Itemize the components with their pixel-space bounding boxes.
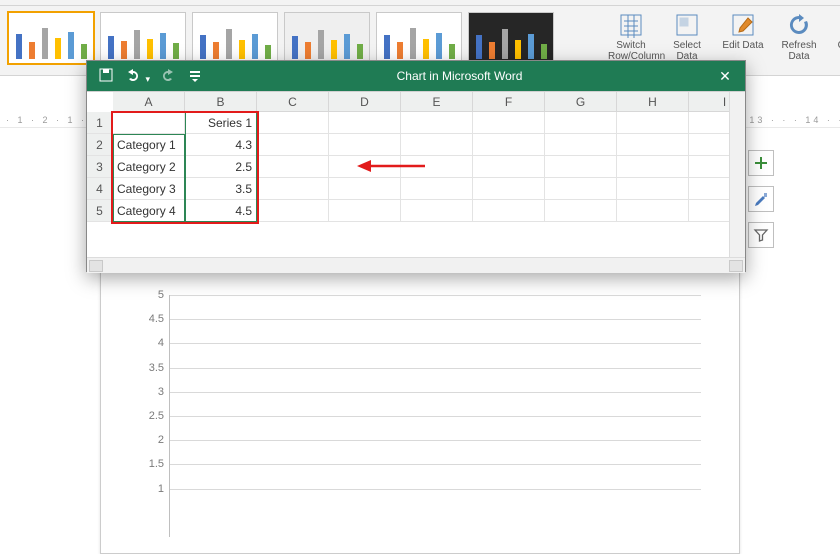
cell-F2[interactable]: [473, 134, 545, 156]
column-header[interactable]: H: [617, 92, 689, 112]
cell-E4[interactable]: [401, 178, 473, 200]
cell-F5[interactable]: [473, 200, 545, 222]
ribbon-data-group: Switch Row/Column Select Data Edit Data …: [600, 6, 840, 62]
redo-icon[interactable]: [162, 68, 176, 85]
cell-G5[interactable]: [545, 200, 617, 222]
row-header[interactable]: 2: [87, 134, 113, 156]
chart-ytick-label: 1: [136, 483, 170, 495]
chart-ytick-label: 1.5: [136, 458, 170, 470]
chart-style-thumb[interactable]: [468, 12, 554, 64]
excel-window-title: Chart in Microsoft Word: [214, 69, 705, 83]
cell-G1[interactable]: [545, 112, 617, 134]
cell-C5[interactable]: [257, 200, 329, 222]
excel-grid[interactable]: ABCDEFGHI 12345 Series 1Category 14.3Cat…: [87, 91, 745, 257]
annotation-arrow: [357, 156, 427, 176]
switch-row-col-button[interactable]: Switch Row/Column: [608, 12, 654, 62]
chart-ytick-label: 4: [136, 337, 170, 349]
cell-C4[interactable]: [257, 178, 329, 200]
excel-titlebar[interactable]: ▾ Chart in Microsoft Word ✕: [87, 61, 745, 91]
row-header[interactable]: 1: [87, 112, 113, 134]
chart-ytick-label: 4.5: [136, 313, 170, 325]
cell-E2[interactable]: [401, 134, 473, 156]
cell-E5[interactable]: [401, 200, 473, 222]
plus-icon: [753, 155, 769, 171]
chart-style-thumb[interactable]: [100, 12, 186, 64]
refresh-data-button[interactable]: Refresh Data: [776, 12, 822, 62]
undo-icon[interactable]: ▾: [125, 68, 150, 85]
column-header[interactable]: G: [545, 92, 617, 112]
column-header[interactable]: F: [473, 92, 545, 112]
cell-F3[interactable]: [473, 156, 545, 178]
cell-H4[interactable]: [617, 178, 689, 200]
cell-G4[interactable]: [545, 178, 617, 200]
save-icon[interactable]: [99, 68, 113, 85]
change-chart-type-button[interactable]: Ch…: [832, 12, 840, 62]
column-header[interactable]: E: [401, 92, 473, 112]
excel-data-window: ▾ Chart in Microsoft Word ✕ ABCDEFGHI 12…: [86, 60, 746, 272]
cell-G2[interactable]: [545, 134, 617, 156]
chart-filters-button[interactable]: [748, 222, 774, 248]
chart-style-thumb[interactable]: [376, 12, 462, 64]
chart-ytick-label: 2: [136, 434, 170, 446]
customize-qat-icon[interactable]: [188, 68, 202, 85]
cell-F1[interactable]: [473, 112, 545, 134]
cell-H3[interactable]: [617, 156, 689, 178]
excel-hscrollbar[interactable]: [87, 257, 745, 273]
chart-ytick-label: 5: [136, 289, 170, 301]
brush-icon: [753, 191, 769, 207]
row-header[interactable]: 3: [87, 156, 113, 178]
chart-elements-button[interactable]: [748, 150, 774, 176]
scroll-right-button[interactable]: [729, 260, 743, 272]
cell-C3[interactable]: [257, 156, 329, 178]
chart-ytick-label: 3: [136, 386, 170, 398]
excel-close-button[interactable]: ✕: [705, 68, 745, 85]
chart-object[interactable]: 1 1.5 2 2.5 3 3.5 4 4.5 5: [129, 275, 711, 545]
row-header[interactable]: 4: [87, 178, 113, 200]
column-header[interactable]: A: [113, 92, 185, 112]
column-header[interactable]: D: [329, 92, 401, 112]
chart-ytick-label: 2.5: [136, 410, 170, 422]
cell-F4[interactable]: [473, 178, 545, 200]
annotation-red-box: [111, 111, 259, 224]
cell-C2[interactable]: [257, 134, 329, 156]
chart-style-thumb[interactable]: [192, 12, 278, 64]
chart-ytick-label: 3.5: [136, 362, 170, 374]
column-header[interactable]: B: [185, 92, 257, 112]
chart-style-thumb[interactable]: [8, 12, 94, 64]
chart-side-buttons: [748, 150, 774, 248]
cell-H5[interactable]: [617, 200, 689, 222]
cell-C1[interactable]: [257, 112, 329, 134]
chart-style-thumb[interactable]: [284, 12, 370, 64]
column-header[interactable]: C: [257, 92, 329, 112]
scroll-left-button[interactable]: [89, 260, 103, 272]
cell-D4[interactable]: [329, 178, 401, 200]
cell-E1[interactable]: [401, 112, 473, 134]
cell-D1[interactable]: [329, 112, 401, 134]
cell-D2[interactable]: [329, 134, 401, 156]
cell-G3[interactable]: [545, 156, 617, 178]
funnel-icon: [753, 227, 769, 243]
chart-styles-button[interactable]: [748, 186, 774, 212]
cell-H2[interactable]: [617, 134, 689, 156]
row-header[interactable]: 5: [87, 200, 113, 222]
cell-D5[interactable]: [329, 200, 401, 222]
excel-vscrollbar[interactable]: [729, 92, 745, 257]
chart-plot-area[interactable]: 11.522.533.544.55: [169, 295, 701, 537]
cell-H1[interactable]: [617, 112, 689, 134]
edit-data-button[interactable]: Edit Data: [720, 12, 766, 62]
select-data-button[interactable]: Select Data: [664, 12, 710, 62]
